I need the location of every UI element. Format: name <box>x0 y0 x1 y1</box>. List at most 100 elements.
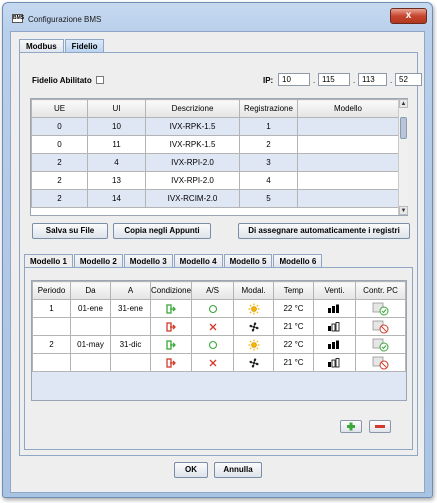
cell-modello[interactable] <box>297 189 399 208</box>
off-cross-icon[interactable] <box>191 317 235 336</box>
tab-modello-4[interactable]: Modello 4 <box>173 254 223 268</box>
col-header-da[interactable]: Da <box>70 281 111 300</box>
cell-ue: 2 <box>31 171 88 190</box>
check-in-icon[interactable] <box>149 335 193 354</box>
cell-a[interactable] <box>110 317 151 336</box>
col-header-modello[interactable]: Modello <box>297 99 399 118</box>
ip-octet-1-input[interactable]: 10 <box>278 73 310 86</box>
tab-modello-5[interactable]: Modello 5 <box>223 254 273 268</box>
check-out-icon[interactable] <box>149 317 193 336</box>
cell-a[interactable]: 31-dic <box>110 335 151 354</box>
cell-descrizione: IVX-RPI-2.0 <box>145 153 240 172</box>
cell-registrazione[interactable]: 2 <box>239 135 298 154</box>
cell-registrazione[interactable]: 1 <box>239 117 298 136</box>
fan-mode-icon[interactable] <box>233 353 275 372</box>
copy-to-clipboard-button[interactable]: Copia negli Appunti <box>113 223 211 239</box>
cell-modello[interactable] <box>297 153 399 172</box>
on-circle-icon[interactable] <box>191 335 235 354</box>
fidelio-enabled-checkbox[interactable] <box>96 76 104 84</box>
fidelio-panel: Fidelio Abilitato IP: 10 . 115 . 113 . 5… <box>19 52 422 456</box>
tab-modello-2[interactable]: Modello 2 <box>73 254 123 268</box>
col-header-descrizione[interactable]: Descrizione <box>145 99 240 118</box>
cell-da[interactable] <box>70 317 111 336</box>
pc-control-allowed-icon[interactable] <box>355 299 406 318</box>
col-header-temp[interactable]: Temp <box>273 281 315 300</box>
tab-modello-3[interactable]: Modello 3 <box>123 254 173 268</box>
col-header-condizione[interactable]: Condizione <box>149 281 193 300</box>
sun-icon[interactable] <box>233 299 275 318</box>
cell-a[interactable] <box>110 353 151 372</box>
table-row[interactable]: 0 10 IVX-RPK-1.5 1 <box>31 117 399 136</box>
cancel-button[interactable]: Annulla <box>214 462 262 478</box>
fan-speed-high-icon[interactable] <box>313 299 357 318</box>
table-row[interactable]: 2 4 IVX-RPI-2.0 3 <box>31 153 399 172</box>
table-row[interactable]: 0 11 IVX-RPK-1.5 2 <box>31 135 399 154</box>
cell-modello[interactable] <box>297 117 399 136</box>
cell-da[interactable]: 01-ene <box>70 299 111 318</box>
fan-speed-low-icon[interactable] <box>313 353 357 372</box>
cell-modello[interactable] <box>297 135 399 154</box>
table-row[interactable]: 2 01-may 31-dic 22 °C <box>32 335 406 354</box>
check-in-icon[interactable] <box>149 299 193 318</box>
cell-temp[interactable]: 21 °C <box>273 353 315 372</box>
pc-control-allowed-icon[interactable] <box>355 335 406 354</box>
tab-modbus[interactable]: Modbus <box>19 39 64 53</box>
scroll-up-icon[interactable]: ▲ <box>399 99 408 108</box>
ip-dot-3: . <box>390 76 393 85</box>
window-title: Configurazione BMS <box>28 15 102 24</box>
col-header-registrazione[interactable]: Registrazione <box>239 99 298 118</box>
remove-period-button[interactable] <box>369 420 391 433</box>
ok-button[interactable]: OK <box>174 462 208 478</box>
tab-fidelio[interactable]: Fidelio <box>64 39 105 53</box>
ip-octet-4-input[interactable]: 52 <box>395 73 422 86</box>
table-row[interactable]: 2 14 IVX-RCIM-2.0 5 <box>31 189 399 208</box>
scroll-down-icon[interactable]: ▼ <box>399 206 408 215</box>
col-header-contr-pc[interactable]: Contr. PC <box>355 281 406 300</box>
col-header-ui[interactable]: UI <box>87 99 146 118</box>
cell-ui: 11 <box>87 135 146 154</box>
cell-a[interactable]: 31-ene <box>110 299 151 318</box>
scroll-thumb[interactable] <box>400 117 407 139</box>
schedule-table-container: Periodo Da A Condizione A/S Modal. Temp … <box>31 280 407 401</box>
cell-registrazione[interactable]: 4 <box>239 171 298 190</box>
cell-temp[interactable]: 22 °C <box>273 299 315 318</box>
table-row[interactable]: 21 °C <box>32 353 406 372</box>
cell-modello[interactable] <box>297 171 399 190</box>
table-row[interactable]: 2 13 IVX-RPI-2.0 4 <box>31 171 399 190</box>
model-tabs: Modello 1 Modello 2 Modello 3 Modello 4 … <box>24 254 323 268</box>
rooms-table-scrollbar[interactable]: ▲ ▼ <box>398 99 408 215</box>
tab-modello-6[interactable]: Modello 6 <box>273 254 323 268</box>
save-to-file-button[interactable]: Salva su File <box>32 223 108 239</box>
table-row[interactable]: 1 01-ene 31-ene 22 °C <box>32 299 406 318</box>
sun-icon[interactable] <box>233 335 275 354</box>
cell-descrizione: IVX-RPK-1.5 <box>145 135 240 154</box>
col-header-a[interactable]: A <box>110 281 151 300</box>
pc-control-forbidden-icon[interactable] <box>355 317 406 336</box>
fan-speed-high-icon[interactable] <box>313 335 357 354</box>
col-header-ue[interactable]: UE <box>31 99 88 118</box>
col-header-venti[interactable]: Venti. <box>313 281 357 300</box>
col-header-modal[interactable]: Modal. <box>233 281 275 300</box>
on-circle-icon[interactable] <box>191 299 235 318</box>
tab-modello-1[interactable]: Modello 1 <box>24 254 73 268</box>
cell-da[interactable]: 01-may <box>70 335 111 354</box>
fan-speed-low-icon[interactable] <box>313 317 357 336</box>
table-row[interactable]: 21 °C <box>32 317 406 336</box>
col-header-as[interactable]: A/S <box>191 281 235 300</box>
cell-registrazione[interactable]: 5 <box>239 189 298 208</box>
check-out-icon[interactable] <box>149 353 193 372</box>
add-period-button[interactable] <box>340 420 362 433</box>
col-header-periodo[interactable]: Periodo <box>32 281 71 300</box>
close-button[interactable]: x <box>390 8 427 24</box>
auto-assign-registers-button[interactable]: Di assegnare automaticamente i registri <box>238 223 410 239</box>
title-bar[interactable]: BMS Configurazione BMS x <box>3 3 432 33</box>
pc-control-forbidden-icon[interactable] <box>355 353 406 372</box>
cell-da[interactable] <box>70 353 111 372</box>
off-cross-icon[interactable] <box>191 353 235 372</box>
cell-registrazione[interactable]: 3 <box>239 153 298 172</box>
fan-mode-icon[interactable] <box>233 317 275 336</box>
cell-temp[interactable]: 22 °C <box>273 335 315 354</box>
cell-temp[interactable]: 21 °C <box>273 317 315 336</box>
ip-octet-3-input[interactable]: 113 <box>358 73 387 86</box>
ip-octet-2-input[interactable]: 115 <box>318 73 350 86</box>
